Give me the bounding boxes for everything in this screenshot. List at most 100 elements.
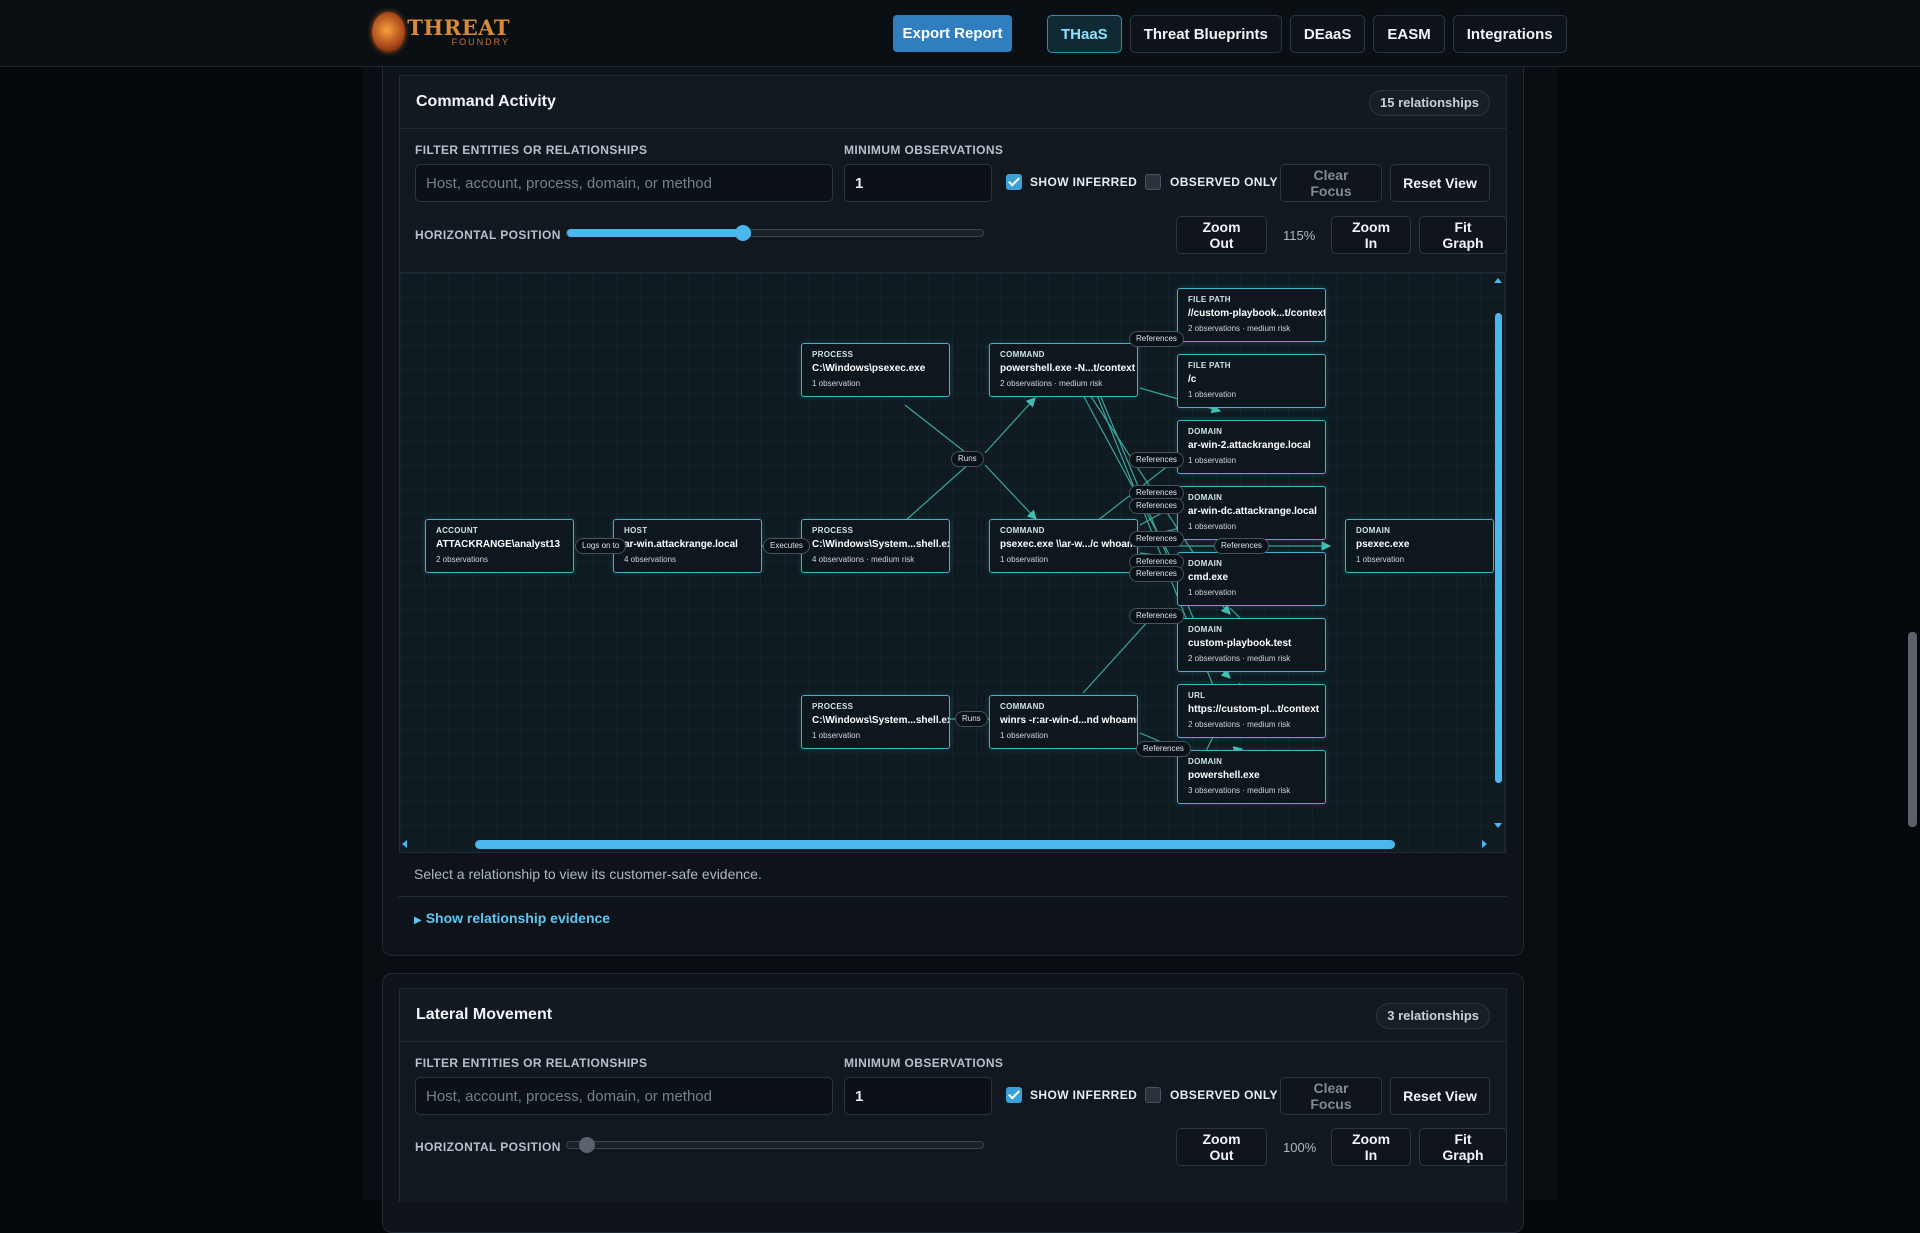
node-meta: 1 observation (812, 379, 861, 388)
show-inferred-checkbox[interactable] (1006, 174, 1022, 190)
scroll-right-icon[interactable] (1482, 840, 1487, 848)
node-type: FILE PATH (1188, 295, 1231, 304)
zoom-out-button[interactable]: Zoom Out (1176, 216, 1267, 254)
vertical-scroll-thumb[interactable] (1495, 313, 1502, 783)
node-process-powershell-2[interactable]: PROCESS C:\Windows\System...shell.exe 1 … (801, 695, 950, 749)
edge-label-runs-2[interactable]: Runs (955, 711, 988, 727)
show-inferred-label: SHOW INFERRED (1030, 1088, 1138, 1102)
node-domain-ar-win-2[interactable]: DOMAIN ar-win-2.attackrange.local 1 obse… (1177, 420, 1326, 474)
edge-label-references-8[interactable]: References (1129, 566, 1184, 582)
node-name: powershell.exe (1188, 770, 1260, 781)
nav-deaas[interactable]: DEaaS (1289, 15, 1366, 53)
horizontal-position-slider[interactable] (566, 1137, 984, 1153)
divider (398, 896, 1507, 897)
logo-mark-icon (372, 12, 406, 52)
threat-foundry-logo[interactable]: THREAT FOUNDRY (372, 11, 510, 53)
node-meta: 1 observation (1356, 555, 1405, 564)
fit-graph-button[interactable]: Fit Graph (1419, 216, 1507, 254)
node-meta: 3 observations · medium risk (1188, 786, 1291, 795)
nav-threat-blueprints[interactable]: Threat Blueprints (1129, 15, 1282, 53)
node-name: winrs -r:ar-win-d...nd whoami (1000, 715, 1137, 726)
edge-runs-2[interactable] (904, 462, 971, 522)
fit-graph-button[interactable]: Fit Graph (1419, 1128, 1507, 1166)
horizontal-position-slider[interactable] (566, 225, 984, 241)
node-name: https://custom-pl...t/context (1188, 704, 1320, 715)
relationships-badge: 3 relationships (1376, 1003, 1490, 1029)
zoom-in-button[interactable]: Zoom In (1331, 1128, 1411, 1166)
node-domain-ar-win-dc[interactable]: DOMAIN ar-win-dc.attackrange.local 1 obs… (1177, 486, 1326, 540)
reset-view-button[interactable]: Reset View (1390, 164, 1490, 202)
nav-thaas[interactable]: THaaS (1047, 15, 1122, 53)
filter-input[interactable] (415, 164, 833, 202)
node-meta: 1 observation (1188, 588, 1237, 597)
node-process-powershell-1[interactable]: PROCESS C:\Windows\System...shell.exe 4 … (801, 519, 950, 573)
slider-thumb[interactable] (735, 225, 751, 241)
edge-label-references-9[interactable]: References (1129, 608, 1184, 624)
node-meta: 4 observations · medium risk (812, 555, 915, 564)
export-report-button[interactable]: Export Report (893, 15, 1012, 52)
scroll-down-icon[interactable] (1494, 823, 1502, 828)
zoom-in-button[interactable]: Zoom In (1331, 216, 1411, 254)
edge-label-references-5[interactable]: References (1129, 531, 1184, 547)
node-filepath-2[interactable]: FILE PATH /c 1 observation (1177, 354, 1326, 408)
node-process-psexec[interactable]: PROCESS C:\Windows\psexec.exe 1 observat… (801, 343, 950, 397)
show-inferred-label: SHOW INFERRED (1030, 175, 1138, 189)
zoom-out-button[interactable]: Zoom Out (1176, 1128, 1267, 1166)
edge-label-references-4[interactable]: References (1129, 498, 1184, 514)
show-relationship-evidence-toggle[interactable]: ▶ Show relationship evidence (414, 910, 610, 926)
edge-label-references-10[interactable]: References (1136, 741, 1191, 757)
edge-label-logs-on-to[interactable]: Logs on to (575, 538, 627, 554)
clear-focus-button[interactable]: Clear Focus (1280, 1077, 1382, 1115)
min-observations-label: MINIMUM OBSERVATIONS (844, 143, 1004, 157)
window-scrollbar-thumb[interactable] (1908, 632, 1917, 827)
slider-thumb[interactable] (579, 1137, 595, 1153)
node-meta: 4 observations (624, 555, 677, 564)
observed-only-checkbox[interactable] (1145, 174, 1161, 190)
scroll-left-icon[interactable] (402, 840, 407, 848)
node-command-powershell[interactable]: COMMAND powershell.exe -N...t/context 2 … (989, 343, 1138, 397)
node-command-winrs[interactable]: COMMAND winrs -r:ar-win-d...nd whoami 1 … (989, 695, 1138, 749)
edge-runs-3[interactable] (984, 397, 1036, 454)
min-observations-input[interactable] (844, 1077, 992, 1115)
min-observations-input[interactable] (844, 164, 992, 202)
nav-integrations[interactable]: Integrations (1452, 15, 1567, 53)
node-domain-psexec[interactable]: DOMAIN psexec.exe 1 observation (1345, 519, 1494, 573)
scroll-up-icon[interactable] (1494, 278, 1502, 283)
edge-label-references-6[interactable]: References (1214, 538, 1269, 554)
observed-only-checkbox[interactable] (1145, 1087, 1161, 1103)
node-domain-powershell[interactable]: DOMAIN powershell.exe 3 observations · m… (1177, 750, 1326, 804)
panel-title: Command Activity (416, 93, 556, 110)
node-domain-custom-playbook[interactable]: DOMAIN custom-playbook.test 2 observatio… (1177, 618, 1326, 672)
zoom-level: 100% (1283, 1140, 1317, 1155)
horizontal-scroll-thumb[interactable] (475, 840, 1395, 849)
edge-label-runs-1[interactable]: Runs (951, 451, 984, 467)
node-type: PROCESS (812, 526, 854, 535)
edge-runs-4[interactable] (984, 464, 1037, 520)
nav-easm[interactable]: EASM (1373, 15, 1445, 53)
node-meta: 2 observations · medium risk (1000, 379, 1103, 388)
node-account[interactable]: ACCOUNT ATTACKRANGE\analyst13 2 observat… (425, 519, 574, 573)
node-filepath-1[interactable]: FILE PATH //custom-playbook...t/context … (1177, 288, 1326, 342)
edge-label-executes[interactable]: Executes (763, 538, 810, 554)
node-command-psexec[interactable]: COMMAND psexec.exe \\ar-w.../c whoami 1 … (989, 519, 1138, 573)
show-inferred-checkbox[interactable] (1006, 1087, 1022, 1103)
node-name: C:\Windows\System...shell.exe (812, 539, 949, 550)
node-host[interactable]: HOST ar-win.attackrange.local 4 observat… (613, 519, 762, 573)
node-url[interactable]: URL https://custom-pl...t/context 2 obse… (1177, 684, 1326, 738)
edge-runs-1[interactable] (904, 404, 971, 457)
graph-vertical-scrollbar[interactable] (1492, 276, 1504, 833)
node-domain-cmd[interactable]: DOMAIN cmd.exe 1 observation (1177, 552, 1326, 606)
node-name: /c (1188, 374, 1197, 385)
edge-ref-18[interactable] (1229, 607, 1241, 619)
graph-horizontal-scrollbar[interactable] (402, 838, 1488, 850)
filter-input[interactable] (415, 1077, 833, 1115)
edge-label-references-2[interactable]: References (1129, 452, 1184, 468)
relationship-graph[interactable]: ACCOUNT ATTACKRANGE\analyst13 2 observat… (399, 272, 1506, 853)
node-meta: 2 observations · medium risk (1188, 324, 1291, 333)
node-type: COMMAND (1000, 526, 1045, 535)
edge-label-references-1[interactable]: References (1129, 331, 1184, 347)
graph-controls: FILTER ENTITIES OR RELATIONSHIPS MINIMUM… (399, 129, 1507, 272)
reset-view-button[interactable]: Reset View (1390, 1077, 1490, 1115)
clear-focus-button[interactable]: Clear Focus (1280, 164, 1382, 202)
node-type: FILE PATH (1188, 361, 1231, 370)
